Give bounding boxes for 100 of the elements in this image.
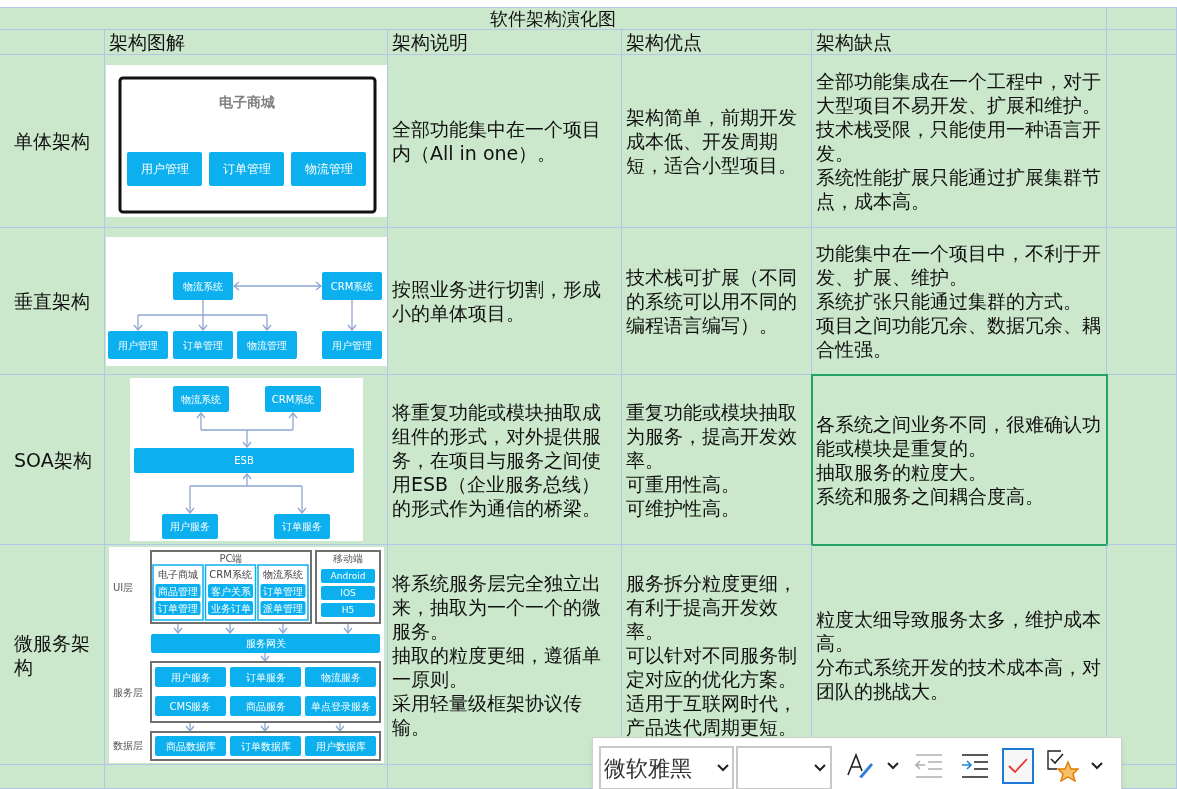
connector-arrow: [224, 622, 235, 634]
diagram-node: 服务网关: [150, 633, 380, 653]
cell-paragraph: 可以针对不同服务制定对应的优化方案。: [626, 642, 798, 691]
diagram-node: 商品管理: [155, 583, 200, 598]
diagram-node: 单点登录服务: [304, 695, 376, 716]
connector-arrow: [287, 411, 298, 431]
cell-paragraph: 架构简单，前期开发成本低、开发周期短，适合小型项目。: [626, 105, 798, 177]
column-header: 架构缺点: [816, 30, 892, 54]
cell-paragraph: 将重复功能或模块抽取成组件的形式，对外提供服务，在项目与服务之间使用ESB（企业服务总线）的形式作为通信的桥梁。: [392, 399, 602, 520]
diagram-node: 物流服务: [304, 666, 376, 687]
connector-arrow: [184, 721, 195, 732]
diagram-node: 物流管理: [290, 152, 366, 186]
cell-paragraph: 全部功能集成在一个工程中，对于大型项目不易开发、扩展和维护。: [816, 69, 1102, 117]
diagram-node: 物流系统: [172, 271, 233, 300]
diagram-node: ESB: [133, 448, 354, 473]
connector-arrow: [241, 472, 252, 487]
font-select[interactable]: 微软雅黑: [599, 746, 734, 789]
connector-arrow: [346, 298, 357, 331]
connector-arrow: [342, 622, 353, 634]
chevron-icon: [887, 762, 899, 770]
cell-paragraph: 服务拆分粒度更细，有利于提高开发效率。: [626, 570, 798, 643]
diagram-node: 用户数据库: [304, 735, 376, 756]
diagram-node: 订单管理: [260, 583, 305, 598]
cell-paragraph: 系统扩张只能通过集群的方式。: [816, 289, 1083, 313]
checkmark-icon: [1007, 756, 1029, 776]
diagram-node: 物流系统: [172, 386, 229, 412]
frame-label: 物流系统: [262, 568, 303, 580]
connector-arrow: [241, 429, 252, 449]
cell-paragraph: 系统和服务之间耦合度高。: [816, 483, 1045, 508]
connector-arrow: [259, 651, 270, 662]
diagram-node: 商品数据库: [154, 735, 226, 756]
diagram-node: 订单管理: [172, 330, 233, 359]
cell-paragraph: 可重用性高。: [626, 471, 741, 496]
layer-label: UI层: [112, 581, 133, 593]
frame-label: 电子商城: [218, 94, 275, 110]
cell-paragraph: 抽取服务的粒度大。: [816, 459, 988, 484]
cell-paragraph: 功能集中在一个项目中，不利于开发、扩展、维护。: [816, 241, 1102, 289]
column-header: 架构优点: [626, 30, 702, 54]
connector-arrow: [132, 313, 143, 331]
diagram-node: 订单服务: [273, 514, 330, 539]
diagram-node: 用户服务: [154, 666, 226, 687]
row-label: SOA架构: [14, 447, 92, 472]
connector-arrow: [261, 313, 272, 331]
indent-icon: [961, 753, 989, 779]
diagram-node: 派单管理: [260, 600, 305, 615]
cell-paragraph: 系统性能扩展只能通过扩展集群节点，成本高。: [816, 165, 1102, 213]
column-header: 架构说明: [392, 30, 468, 54]
diagram-node: 用户管理: [321, 330, 382, 359]
layer-label: 服务层: [112, 686, 143, 698]
diagram-node: CMS服务: [154, 695, 226, 716]
cell-paragraph: 适用于互联网时代，产品迭代周期更短。: [626, 690, 798, 739]
cell-paragraph: 全部功能集中在一个项目内（All in one）。: [392, 117, 602, 165]
layer-label: 数据层: [112, 739, 143, 751]
selected-cell[interactable]: 各系统之间业务不同，很难确认功能或模块是重复的。 抽取服务的粒度大。 系统和服务之间耦合度高。: [812, 375, 1107, 545]
row-label: 垂直架构: [14, 289, 90, 313]
cell-paragraph: 分布式系统开发的技术成本高，对团队的挑战大。: [816, 654, 1102, 703]
cell-paragraph: 重复功能或模块抽取为服务，提高开发效率。: [626, 399, 798, 472]
diagram-node: 用户管理: [126, 152, 202, 186]
connector-arrow: [197, 313, 208, 331]
cell-paragraph: 采用轻量级框架协议传输。: [392, 690, 583, 739]
connector-arrow: [172, 622, 183, 634]
diagram-node: 订单管理: [208, 152, 284, 186]
cell-paragraph: 按照业务进行切割，形成小的单体项目。: [392, 277, 602, 325]
sheet-title: 软件架构演化图: [490, 7, 616, 30]
diagram-node: CRM系统: [264, 386, 321, 412]
cell-paragraph: 技术栈受限，只能使用一种语言开发。: [816, 117, 1102, 165]
diagram-node: 业务订单: [207, 600, 253, 615]
connector-arrow: [334, 721, 345, 732]
cell-paragraph: 各系统之间业务不同，很难确认功能或模块是重复的。: [816, 411, 1102, 460]
diagram-node: IOS: [320, 585, 375, 600]
font-brush-icon: [845, 751, 875, 781]
frame-label: PC端: [219, 552, 242, 564]
diagram-node: 订单服务: [229, 666, 301, 687]
selected-cell[interactable]: 功能集中在一个项目中，不利于开发、扩展、维护。 系统扩张只能通过集群的方式。 项目之间功能冗余、数据冗余、耦合性强。: [812, 228, 1107, 375]
connector-arrow: [184, 485, 195, 515]
diagram-node: 用户管理: [107, 330, 168, 359]
diagram-node: 订单管理: [155, 600, 200, 615]
cell-paragraph: 项目之间功能冗余、数据冗余、耦合性强。: [816, 313, 1102, 361]
diagram-node: 物流管理: [236, 330, 297, 359]
connector-arrow: [195, 411, 206, 431]
selected-cell[interactable]: 全部功能集成在一个工程中，对于大型项目不易开发、扩展和维护。 技术栈受限，只能使用一种语言开发。 系统性能扩展只能通过扩展集群节点，成本高。: [812, 55, 1107, 228]
outdent-icon: [915, 753, 943, 779]
cell-paragraph: 抽取的粒度更细，遵循单一原则。: [392, 642, 602, 691]
cell-paragraph: 将系统服务层完全独立出来，抽取为一个一个的微服务。: [392, 570, 602, 643]
frame-label: 电子商城: [157, 568, 198, 580]
check-star-icon: [1047, 750, 1079, 782]
chevron-icon: [814, 764, 826, 772]
diagram-node: 客户关系: [207, 583, 253, 598]
frame-label: CRM系统: [208, 568, 252, 580]
cell-paragraph: 技术栈可扩展（不同的系统可以用不同的编程语言编写）。: [626, 265, 798, 337]
chevron-icon: [717, 764, 729, 772]
connector-arrow: [296, 485, 307, 515]
column-header: 架构图解: [109, 30, 185, 54]
diagram-node: Android: [320, 568, 375, 583]
row-label: 单体架构: [14, 129, 90, 153]
connector-arrow: [277, 622, 288, 634]
diagram-node: CRM系统: [321, 271, 382, 300]
diagram-node: 商品服务: [229, 695, 301, 716]
chevron-icon: [1091, 762, 1103, 770]
cell-paragraph: 粒度太细导致服务太多，维护成本高。: [816, 606, 1102, 655]
